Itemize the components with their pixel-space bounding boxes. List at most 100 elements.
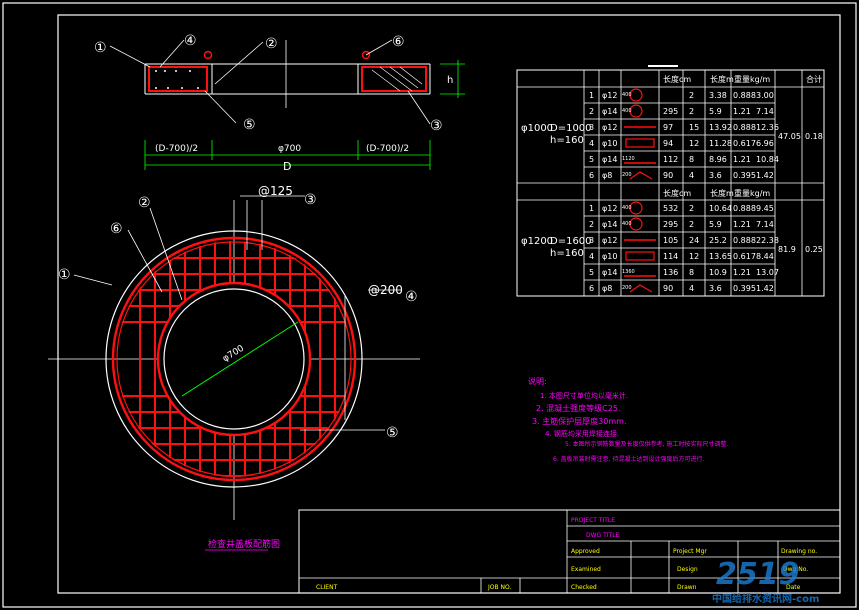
- group1-row-3-kgm: 0.888: [733, 123, 756, 132]
- note-6: 6. 盖板吊装时需注意, 待混凝土达到设计强度后方可进行.: [553, 455, 704, 463]
- group2-row-2-count: 2: [689, 220, 694, 229]
- col-kgm-2: 重量kg/m: [734, 188, 770, 198]
- group1-label1: φ1000: [521, 123, 553, 134]
- group2-total: 81.9: [778, 245, 796, 254]
- group2-row-1-kgm: 0.888: [733, 204, 756, 213]
- dim-height-label: h: [447, 75, 453, 86]
- group1-row-1-kgm: 0.888: [733, 91, 756, 100]
- note-2: 2. 混凝土强度等级C25.: [536, 403, 620, 413]
- group1-row-1-kg: 3.00: [756, 91, 774, 100]
- group2-row-5-kgm: 1.21: [733, 268, 751, 277]
- note-5: 5. 本图所示钢筋数量及长度仅供参考, 施工时按实际尺寸调整.: [565, 440, 728, 448]
- group2-row-5-lm: 10.9: [709, 268, 727, 277]
- group2-row-2-sketch-hoop: [629, 217, 643, 231]
- col-len-m: 长度m: [710, 74, 734, 84]
- group1-row-4-dia: φ10: [602, 139, 617, 148]
- group2-concrete: 0.25: [805, 245, 823, 254]
- col-len-cm-2: 长度cm: [663, 188, 691, 198]
- group2-row-4-sketch-stirrup: [625, 251, 655, 261]
- group2-row-1-sketch-dim: 400: [622, 205, 632, 211]
- group1-row-4-lm: 11.28: [709, 139, 732, 148]
- group2-row-4-count: 12: [689, 252, 699, 261]
- group1-row-5-count: 8: [689, 155, 694, 164]
- group2-row-1-no: 1: [589, 204, 594, 213]
- section-callout-6: ⑥: [392, 34, 405, 50]
- group2-row-5-count: 8: [689, 268, 694, 277]
- group1-row-2-len: 295: [663, 107, 678, 116]
- notes: 说明: 1. 本图尺寸单位均以毫米计. 2. 混凝土强度等级C25. 3. 主筋…: [528, 376, 728, 463]
- group1-row-3-no: 3: [589, 123, 594, 132]
- group1-row-2-dia: φ14: [602, 107, 617, 116]
- plan-view: φ700 @125 @200 ② ③ ⑥ ① ④ ⑤ 检查井盖板配筋图: [48, 184, 420, 551]
- group1-row-3-count: 15: [689, 123, 699, 132]
- group1-row-1-sketch-hoop: [629, 88, 643, 102]
- tb-drawing-title: DWG TITLE: [586, 532, 620, 539]
- plan-callout-2: ②: [138, 195, 151, 211]
- group2-row-2-kg: 7.14: [756, 220, 774, 229]
- section-callout-5: ⑤: [243, 117, 256, 133]
- plan-callout-1: ①: [58, 267, 71, 283]
- group2-row-4-len: 114: [663, 252, 678, 261]
- tb-design: Design: [677, 566, 698, 573]
- group2-row-6-sketch-hook: [629, 284, 653, 293]
- group2-row-6-count: 4: [689, 284, 694, 293]
- group1-row-2-sketch-hoop: [629, 104, 643, 118]
- group1-row-5-kg: 10.84: [756, 155, 779, 164]
- group1-row-4-len: 94: [663, 139, 673, 148]
- group1-row-6-lm: 3.6: [709, 171, 722, 180]
- group2-row-6-kgm: 0.395: [733, 284, 756, 293]
- group1-row-6-dia: φ8: [602, 171, 612, 180]
- group1-row-5-sketch-dim: 1120: [622, 156, 635, 162]
- group1-row-2-sketch-dim: 400: [622, 108, 632, 114]
- group1-label2: D=1000: [550, 123, 592, 134]
- group1-row-5-len: 112: [663, 155, 678, 164]
- group1-row-4-count: 12: [689, 139, 699, 148]
- plan-callout-5: ⑤: [386, 425, 399, 441]
- section-callout-1: ①: [94, 40, 107, 56]
- group2-row-2-dia: φ14: [602, 220, 617, 229]
- group1-row-6-sketch-dim: 200: [622, 172, 632, 178]
- group2-row-1-sketch-hoop: [629, 201, 643, 215]
- group2-row-5-kg: 13.07: [756, 268, 779, 277]
- group2-row-2-kgm: 1.21: [733, 220, 751, 229]
- group2-row-5-len: 136: [663, 268, 678, 277]
- watermark-logo: 2519: [716, 557, 800, 592]
- plan-spacing-top: @125: [258, 184, 293, 198]
- group2-row-6-no: 6: [589, 284, 594, 293]
- plan-caption: 检查井盖板配筋图: [208, 538, 280, 550]
- watermark: 2519 中国给排水资讯网-com: [712, 557, 819, 605]
- group1-row-1-no: 1: [589, 91, 594, 100]
- section-rebar-right: [361, 66, 427, 92]
- group2-row-5-no: 5: [589, 268, 594, 277]
- group1-row-6-len: 90: [663, 171, 673, 180]
- group2-row-1-count: 2: [689, 204, 694, 213]
- group2-row-2-sketch-dim: 400: [622, 221, 632, 227]
- plan-callout-3: ③: [304, 192, 317, 208]
- plan-callout-4: ④: [405, 289, 418, 305]
- tb-approved: Approved: [571, 548, 600, 555]
- group2-row-3-dia: φ12: [602, 236, 617, 245]
- tb-job-no: JOB NO.: [487, 584, 511, 591]
- group2-row-6-kg: 1.42: [756, 284, 774, 293]
- group2-row-4-kg: 8.44: [756, 252, 774, 261]
- group1-row-5-kgm: 1.21: [733, 155, 751, 164]
- section-view: (D-700)/2 φ700 (D-700)/2 D h ① ④ ② ⑥ ⑤ ③: [94, 33, 465, 173]
- group1-row-4-kgm: 0.617: [733, 139, 756, 148]
- plan-callout-6: ⑥: [110, 221, 123, 237]
- group2-row-2-lm: 5.9: [709, 220, 722, 229]
- col-kgm: 重量kg/m: [734, 74, 770, 84]
- group1-row-3-dia: φ12: [602, 123, 617, 132]
- watermark-site: 中国给排水资讯网-com: [712, 592, 819, 605]
- group2-row-3-kgm: 0.888: [733, 236, 756, 245]
- group2-row-4-kgm: 0.617: [733, 252, 756, 261]
- tb-checked: Checked: [571, 584, 597, 591]
- group2-row-4-no: 4: [589, 252, 594, 261]
- group1-total: 47.05: [778, 132, 801, 141]
- group1-row-1-count: 2: [689, 91, 694, 100]
- group1-row-6-kg: 1.42: [756, 171, 774, 180]
- tb-project-mgr: Project Mgr: [673, 548, 707, 555]
- group2-row-5-sketch-dim: 1360: [622, 269, 635, 275]
- group2-row-1-kg: 9.45: [756, 204, 774, 213]
- group1-row-3-lm: 13.92: [709, 123, 732, 132]
- group2-row-2-no: 2: [589, 220, 594, 229]
